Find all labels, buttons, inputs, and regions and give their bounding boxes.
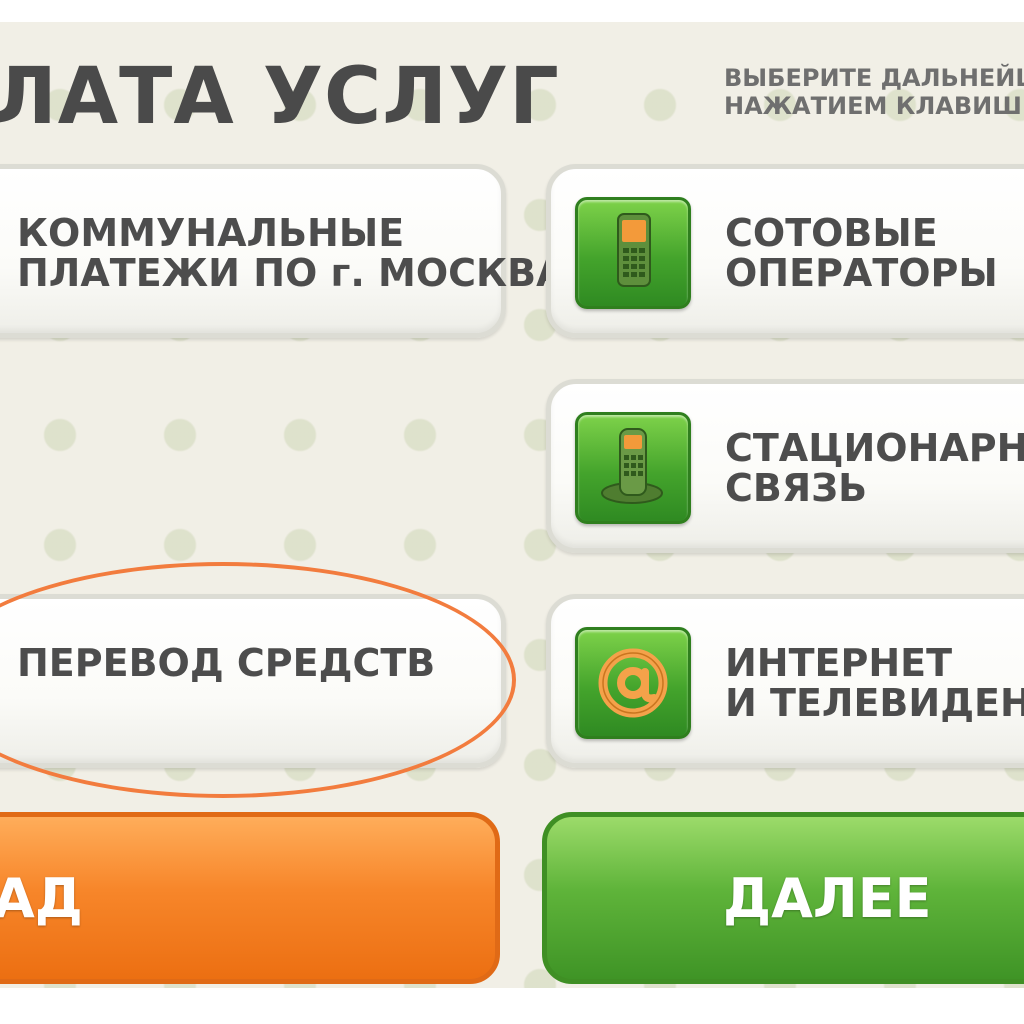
next-button[interactable]: ДАЛЕЕ (542, 812, 1024, 984)
label-line-1: СТАЦИОНАРНАЯ (725, 426, 1024, 470)
menu-item-money-transfer[interactable]: ПЕРЕВОД СРЕДСТВ (0, 594, 506, 768)
menu-item-mobile-operators[interactable]: СОТОВЫЕ ОПЕРАТОРЫ (546, 164, 1024, 338)
menu-item-mobile-operators-label: СОТОВЫЕ ОПЕРАТОРЫ (725, 213, 998, 293)
back-button[interactable]: АД (0, 812, 500, 984)
label-line-2: СВЯЗЬ (725, 466, 868, 510)
mobile-phone-icon (575, 197, 691, 309)
menu-item-internet-tv[interactable]: ИНТЕРНЕТ И ТЕЛЕВИДЕНИЕ (546, 594, 1024, 768)
label-line-1: КОММУНАЛЬНЫЕ (17, 211, 405, 255)
label-line-1: СОТОВЫЕ (725, 211, 938, 255)
label-line-2: ПЛАТЕЖИ ПО г. МОСКВА (17, 251, 566, 295)
menu-item-utilities-label: КОММУНАЛЬНЫЕ ПЛАТЕЖИ ПО г. МОСКВА (17, 213, 566, 293)
hint-line-2: НАЖАТИЕМ КЛАВИШИ (724, 92, 1024, 120)
menu-item-landline[interactable]: СТАЦИОНАРНАЯ СВЯЗЬ (546, 379, 1024, 553)
cordless-phone-icon (575, 412, 691, 524)
menu-item-internet-tv-label: ИНТЕРНЕТ И ТЕЛЕВИДЕНИЕ (725, 643, 1024, 723)
menu-item-utilities[interactable]: КОММУНАЛЬНЫЕ ПЛАТЕЖИ ПО г. МОСКВА (0, 164, 566, 338)
next-button-label: ДАЛЕЕ (723, 867, 932, 930)
label-line-1: ПЕРЕВОД СРЕДСТВ (17, 641, 436, 685)
menu-item-landline-label: СТАЦИОНАРНАЯ СВЯЗЬ (725, 428, 1024, 508)
label-line-2: ОПЕРАТОРЫ (725, 251, 998, 295)
label-line-1: ИНТЕРНЕТ (725, 641, 953, 685)
label-line-2: И ТЕЛЕВИДЕНИЕ (725, 681, 1024, 725)
atm-screen: ЛАТА УСЛУГ ВЫБЕРИТЕ ДАЛЬНЕЙШ НАЖАТИЕМ КЛ… (0, 22, 1024, 988)
back-button-label: АД (0, 867, 83, 930)
hint-line-1: ВЫБЕРИТЕ ДАЛЬНЕЙШ (724, 64, 1024, 92)
instruction-hint: ВЫБЕРИТЕ ДАЛЬНЕЙШ НАЖАТИЕМ КЛАВИШИ (724, 64, 1024, 120)
menu-item-money-transfer-label: ПЕРЕВОД СРЕДСТВ (17, 643, 435, 683)
at-sign-icon (575, 627, 691, 739)
page-title: ЛАТА УСЛУГ (0, 52, 560, 142)
